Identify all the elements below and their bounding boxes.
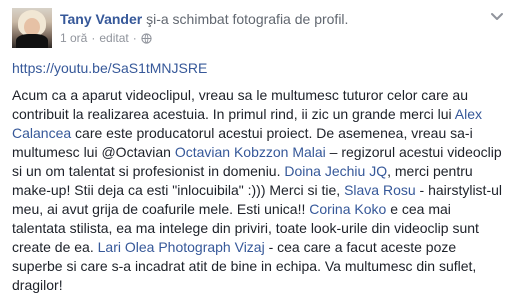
youtube-link[interactable]: https://youtu.be/SaS1tMNJSRE bbox=[12, 60, 207, 76]
mention-link[interactable]: Lari Olea Photograph Vizaj bbox=[98, 239, 265, 255]
post-body: Acum ca a aparut videoclipul, vreau sa l… bbox=[12, 86, 502, 295]
avatar-body bbox=[16, 34, 48, 48]
post-meta: 1 oră · editat · bbox=[60, 31, 152, 45]
post-action: şi-a schimbat fotografia de profil. bbox=[142, 11, 349, 27]
post-header: Tany Vander şi-a schimbat fotografia de … bbox=[60, 10, 348, 28]
author-name[interactable]: Tany Vander bbox=[60, 11, 142, 27]
edited-label[interactable]: editat bbox=[99, 31, 128, 45]
post-time[interactable]: 1 oră bbox=[60, 31, 87, 45]
mention-link[interactable]: Octavian Kobzzon Malai bbox=[175, 144, 326, 160]
meta-separator: · bbox=[91, 31, 96, 45]
chevron-down-icon[interactable] bbox=[489, 8, 505, 24]
body-text: Acum ca a aparut videoclipul, vreau sa l… bbox=[12, 87, 468, 122]
meta-separator: · bbox=[132, 31, 137, 45]
mention-link[interactable]: Doina Jechiu JQ bbox=[284, 163, 387, 179]
mention-link[interactable]: Corina Koko bbox=[309, 201, 386, 217]
globe-icon[interactable] bbox=[141, 32, 152, 44]
avatar[interactable] bbox=[12, 8, 52, 48]
mention-link[interactable]: Slava Rosu bbox=[344, 182, 416, 198]
